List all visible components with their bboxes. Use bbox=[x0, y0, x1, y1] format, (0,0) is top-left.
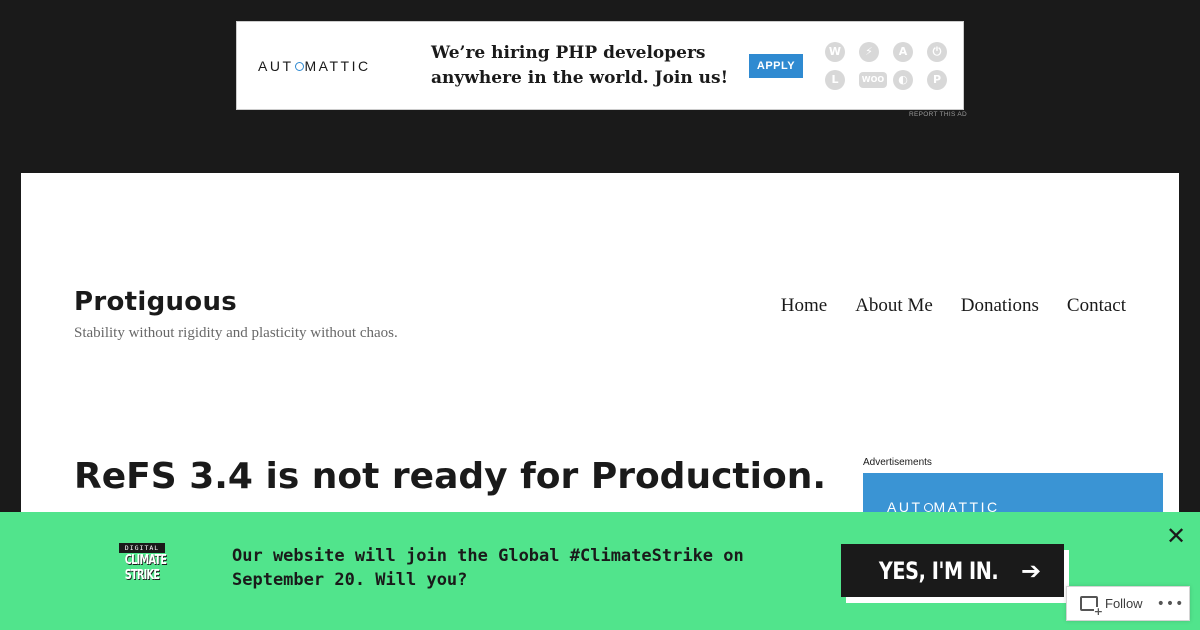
nav-home[interactable]: Home bbox=[781, 295, 827, 317]
site-title[interactable]: Protiguous bbox=[74, 287, 237, 317]
banner-message-line2: September 20. Will you? bbox=[232, 570, 468, 590]
woo-icon: WOO bbox=[859, 71, 887, 88]
logo-climate-word: CLIMATE bbox=[124, 553, 167, 568]
advertisements-label: Advertisements bbox=[863, 457, 932, 468]
longreads-icon: L bbox=[825, 69, 845, 90]
ad-headline: We’re hiring PHP developers anywhere in … bbox=[431, 41, 731, 91]
simplenote-icon: ◐ bbox=[893, 69, 913, 90]
banner-message: Our website will join the Global #Climat… bbox=[232, 544, 802, 592]
automattic-o-icon bbox=[923, 503, 933, 512]
power-icon: ⏻ bbox=[927, 41, 947, 62]
close-icon[interactable]: ✕ bbox=[1165, 524, 1187, 548]
report-ad-link[interactable]: REPORT THIS AD bbox=[909, 111, 967, 118]
apply-button[interactable]: APPLY bbox=[749, 53, 803, 78]
polldaddy-icon: P bbox=[927, 69, 947, 90]
ad-brand-part: MATTIC bbox=[304, 57, 371, 74]
automattic-o-icon bbox=[294, 61, 304, 71]
logo-strike-word: STRIKE bbox=[124, 568, 160, 583]
post-title[interactable]: ReFS 3.4 is not ready for Production. bbox=[74, 456, 826, 497]
main-navigation: Home About Me Donations Contact bbox=[781, 295, 1126, 317]
more-options-icon[interactable]: ••• bbox=[1157, 596, 1185, 612]
reader-follow-icon bbox=[1080, 596, 1103, 617]
jetpack-icon: ⚡ bbox=[859, 41, 879, 62]
top-advertisement[interactable]: AUT MATTIC We’re hiring PHP developers an… bbox=[236, 21, 964, 110]
ad-headline-line1: We’re hiring PHP developers bbox=[431, 42, 706, 63]
follow-button[interactable]: Follow bbox=[1105, 596, 1143, 611]
nav-donations[interactable]: Donations bbox=[961, 295, 1039, 317]
nav-contact[interactable]: Contact bbox=[1067, 295, 1126, 317]
join-climate-strike-button[interactable]: YES, I'M IN. ➔ bbox=[841, 544, 1064, 597]
logo-digital-label: DIGITAL bbox=[119, 543, 165, 553]
arrow-right-icon: ➔ bbox=[1021, 556, 1042, 585]
banner-message-line1: Our website will join the Global #Climat… bbox=[232, 546, 744, 566]
nav-about-me[interactable]: About Me bbox=[855, 295, 933, 317]
ad-headline-line2: anywhere in the world. Join us! bbox=[431, 67, 729, 88]
ad-product-icons: W ⚡ A ⏻ L WOO ◐ P bbox=[825, 41, 949, 90]
automattic-logo: AUT MATTIC bbox=[258, 58, 408, 74]
follow-widget[interactable]: Follow ••• bbox=[1066, 586, 1190, 621]
climate-strike-banner: DIGITAL CLIMATE STRIKE Our website will … bbox=[0, 512, 1200, 630]
ad-brand-part: AUT bbox=[258, 57, 294, 74]
site-tagline: Stability without rigidity and plasticit… bbox=[74, 325, 398, 341]
wordpress-icon: W bbox=[825, 41, 845, 62]
cta-label: YES, I'M IN. bbox=[878, 556, 999, 585]
akismet-icon: A bbox=[893, 41, 913, 62]
climate-strike-logo: DIGITAL CLIMATE STRIKE bbox=[119, 543, 167, 583]
